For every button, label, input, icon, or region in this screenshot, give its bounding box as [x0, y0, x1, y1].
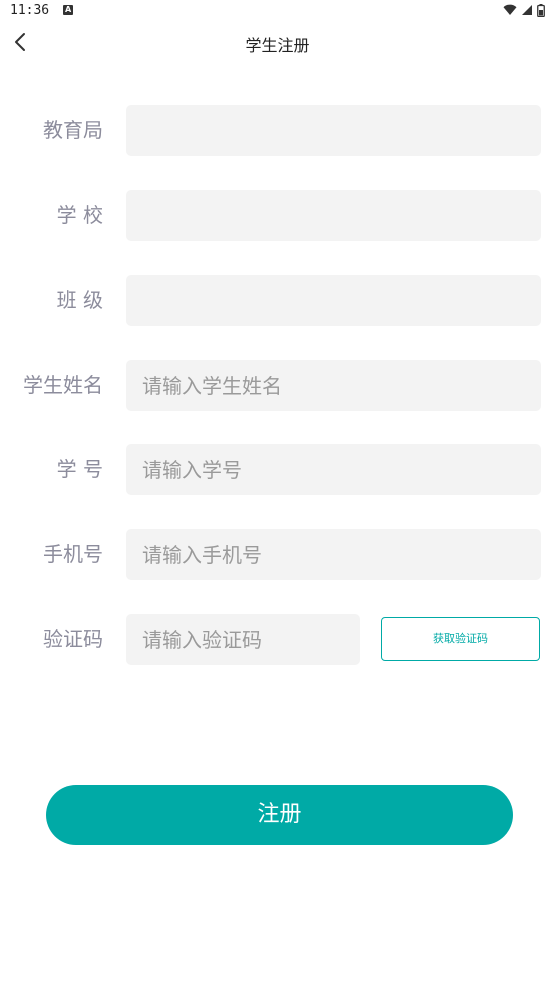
student-id-input[interactable]: [126, 444, 541, 495]
app-header: 学生注册: [0, 22, 555, 62]
phone-row: 手机号: [0, 529, 555, 580]
class-input[interactable]: [126, 275, 541, 326]
verification-code-row: 验证码 获取验证码: [0, 614, 555, 665]
battery-icon: [537, 3, 545, 17]
status-icons: [503, 3, 545, 17]
wifi-icon: [503, 4, 517, 15]
school-row: 学 校: [0, 190, 555, 241]
verification-code-input[interactable]: [126, 614, 360, 665]
register-button[interactable]: 注册: [46, 785, 513, 845]
notification-icon: A: [63, 5, 74, 15]
status-bar: 11:36 A: [0, 0, 555, 20]
get-code-button[interactable]: 获取验证码: [381, 617, 540, 661]
education-bureau-row: 教育局: [0, 105, 555, 156]
education-bureau-input[interactable]: [126, 105, 541, 156]
student-name-input[interactable]: [126, 360, 541, 411]
signal-icon: [522, 5, 532, 15]
student-register-screen: 11:36 A 学生注册 教育局 学 校 班 级 学生姓名 请输入学生姓名 学 …: [0, 0, 555, 1002]
phone-label: 手机号: [43, 542, 103, 566]
class-label: 班 级: [56, 288, 103, 312]
student-id-row: 学 号: [0, 444, 555, 495]
page-title: 学生注册: [245, 36, 310, 55]
status-time: 11:36: [10, 2, 50, 18]
education-bureau-label: 教育局: [43, 118, 103, 142]
school-label: 学 校: [56, 203, 103, 227]
student-id-label: 学 号: [56, 457, 103, 481]
school-input[interactable]: [126, 190, 541, 241]
class-row: 班 级: [0, 275, 555, 326]
student-name-label: 学生姓名: [23, 373, 103, 397]
verification-code-label: 验证码: [43, 627, 103, 651]
student-name-row: 学生姓名: [0, 360, 555, 411]
phone-input[interactable]: [126, 529, 541, 580]
